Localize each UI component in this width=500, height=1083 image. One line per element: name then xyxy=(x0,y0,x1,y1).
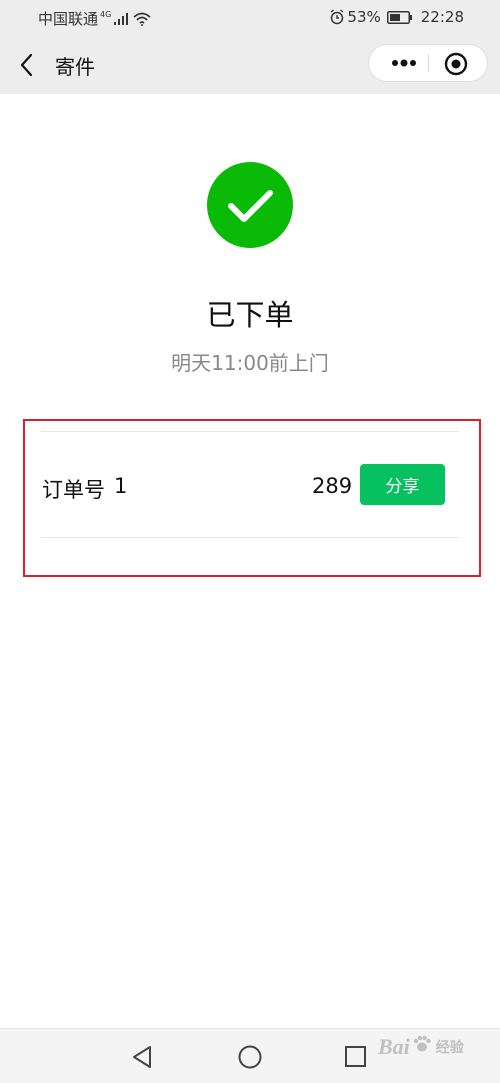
system-nav-bar xyxy=(0,1028,500,1083)
order-number-start: 1 xyxy=(114,474,128,498)
capsule-divider xyxy=(428,54,429,72)
nav-bar: 寄件 xyxy=(0,36,500,94)
nav-home-icon[interactable] xyxy=(236,1043,264,1071)
alarm-icon xyxy=(329,9,345,25)
order-number-redaction xyxy=(130,470,315,504)
more-options-icon[interactable] xyxy=(381,45,427,81)
result-title: 已下单 xyxy=(206,298,294,332)
network-badge: 4G xyxy=(100,10,112,19)
miniprogram-capsule xyxy=(368,44,488,82)
nav-recent-apps-icon[interactable] xyxy=(342,1043,370,1071)
order-number-end: 289 xyxy=(312,474,353,498)
status-bar: 中国联通 4G 53% 22:28 xyxy=(0,0,500,36)
carrier-name: 中国联通 xyxy=(38,10,99,28)
battery-icon xyxy=(386,10,413,24)
status-right: 53% 22:28 xyxy=(329,8,464,26)
clock-time: 22:28 xyxy=(420,8,464,26)
share-button[interactable]: 分享 xyxy=(360,464,445,505)
divider-top xyxy=(41,431,459,432)
nav-back-icon[interactable] xyxy=(129,1043,157,1071)
divider-bottom xyxy=(41,537,459,538)
carrier-info: 中国联通 4G xyxy=(38,8,151,29)
page-title: 寄件 xyxy=(55,55,95,79)
close-miniprogram-icon[interactable] xyxy=(443,51,469,77)
battery-percent: 53% xyxy=(347,8,381,26)
pickup-time-text: 明天11:00前上门 xyxy=(171,351,329,375)
order-number-label: 订单号 xyxy=(42,478,105,502)
signal-icon xyxy=(114,12,130,25)
wifi-icon xyxy=(133,12,151,26)
success-check-icon xyxy=(207,162,293,248)
back-arrow-icon[interactable] xyxy=(16,52,40,78)
